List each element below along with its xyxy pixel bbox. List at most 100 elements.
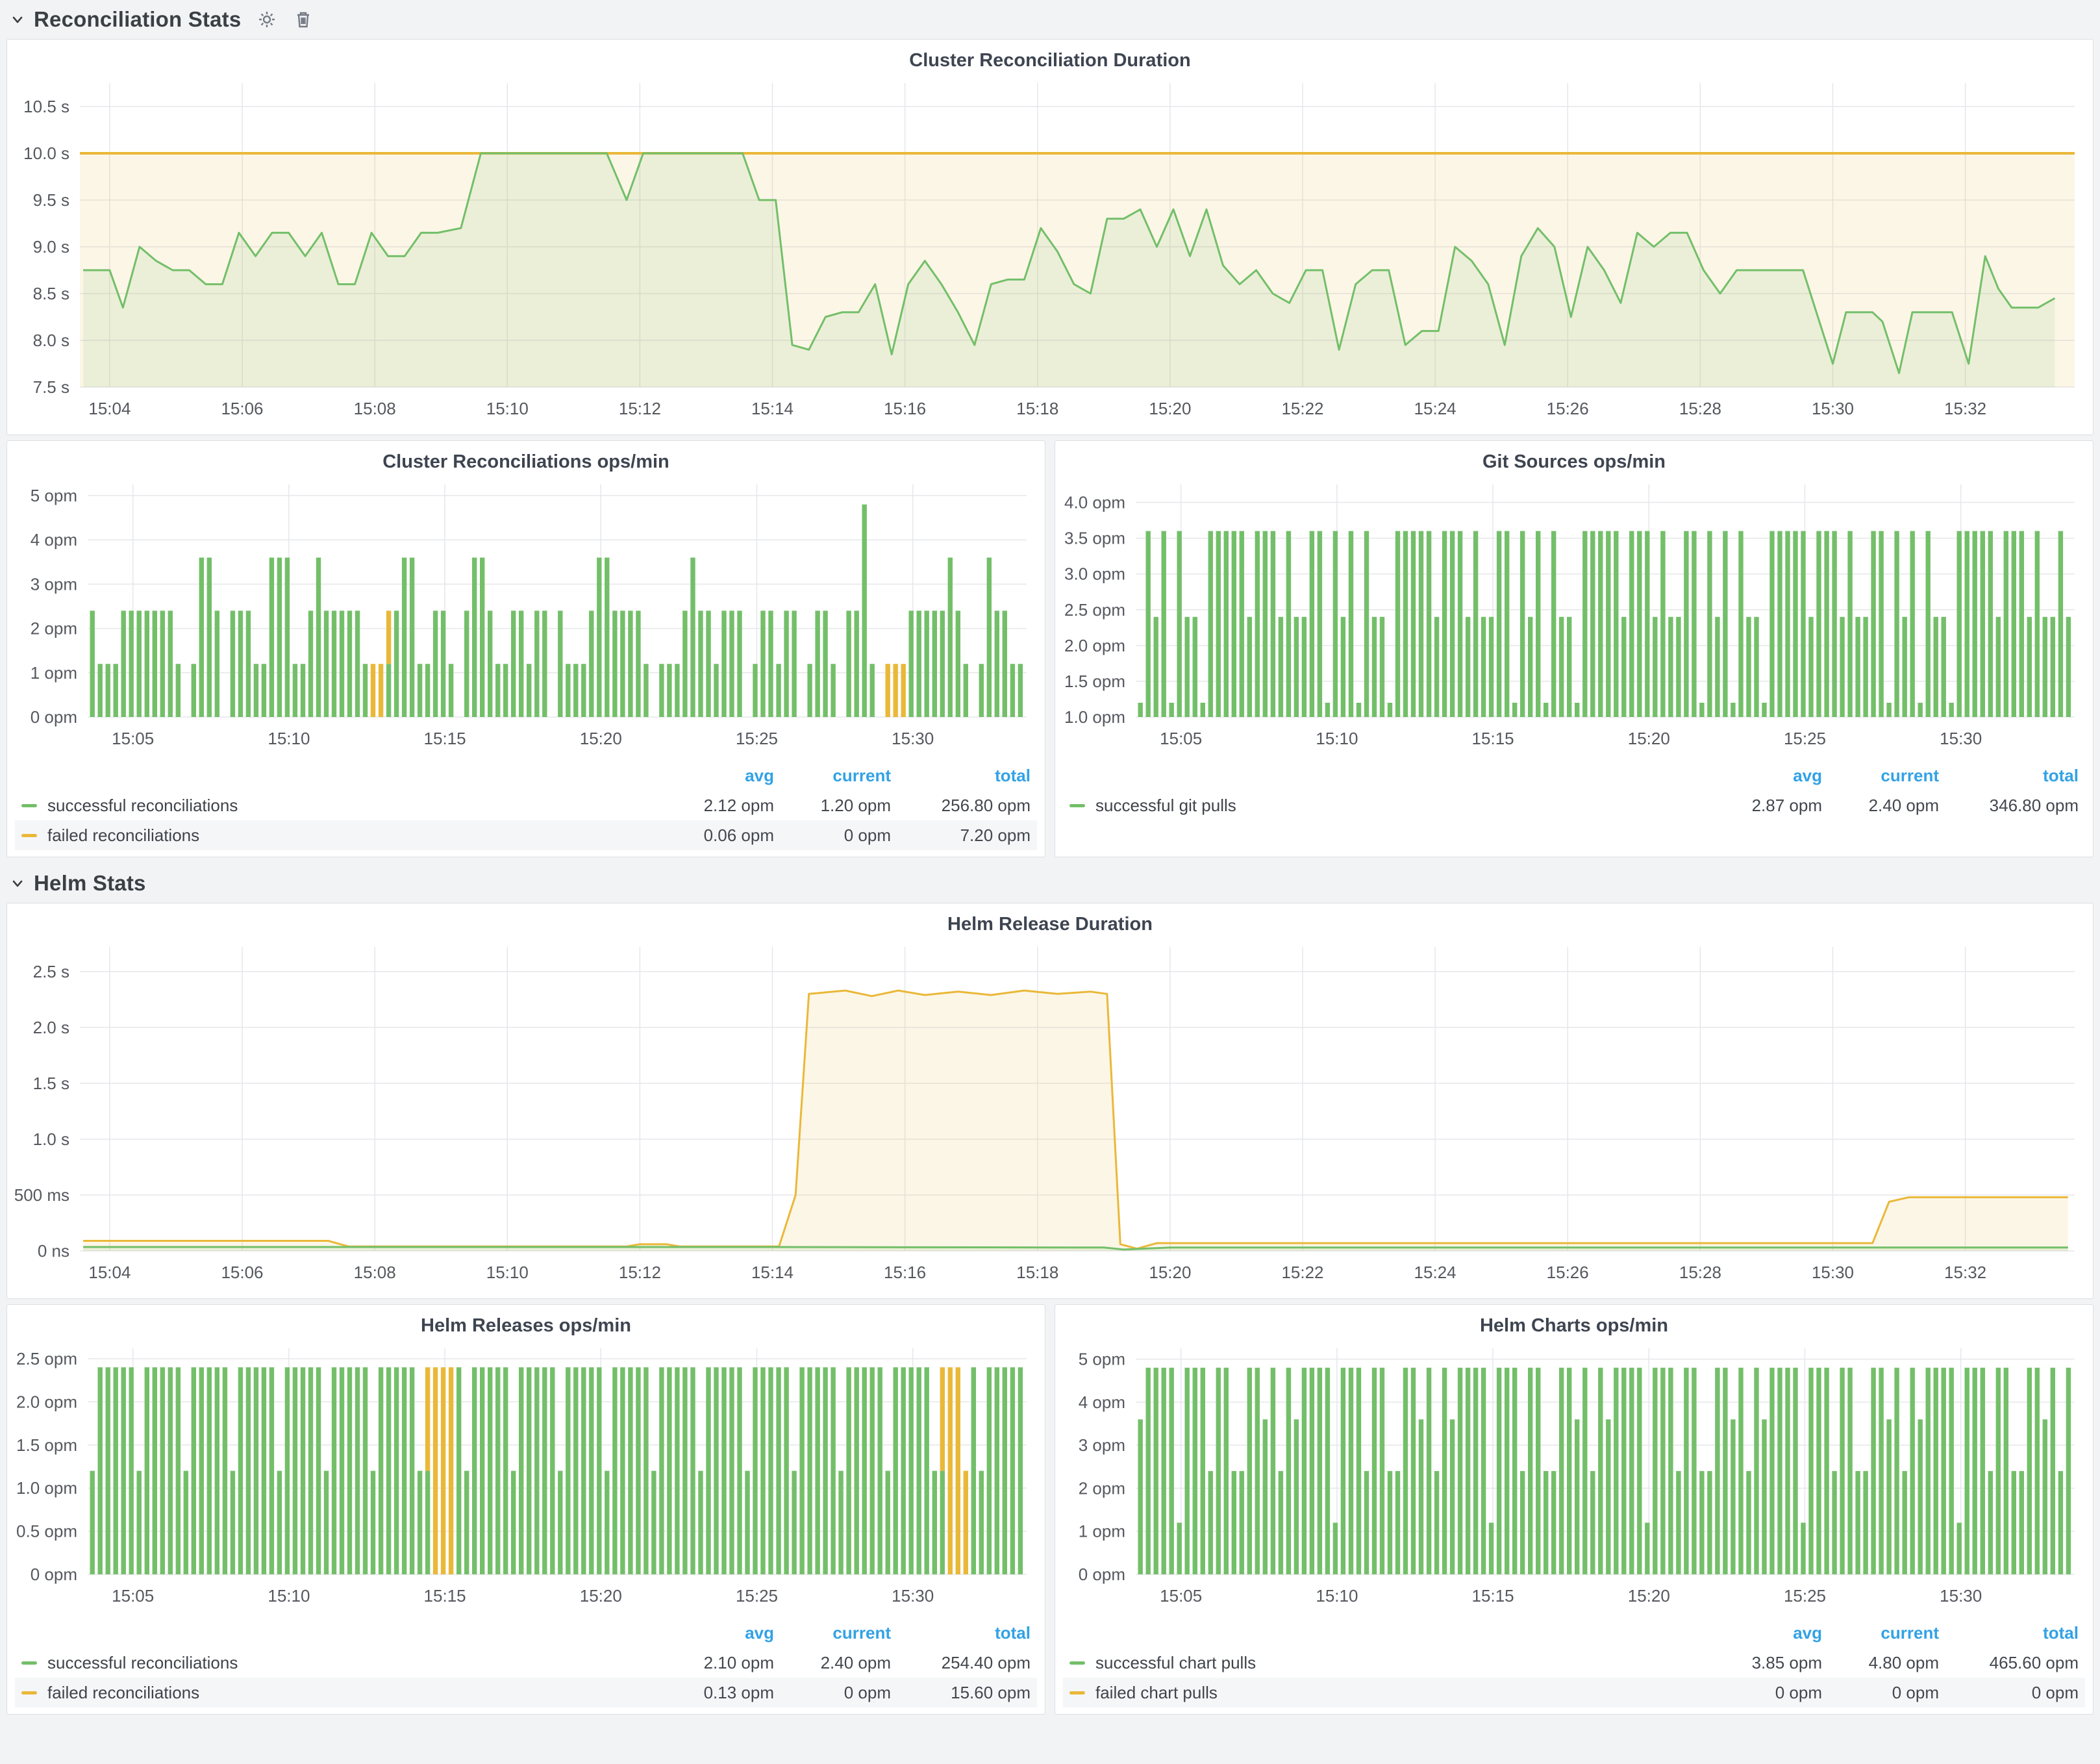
legend-col-avg[interactable]: avg: [1705, 1623, 1822, 1643]
panel-title[interactable]: Cluster Reconciliations ops/min: [15, 446, 1037, 475]
svg-text:15:32: 15:32: [1944, 1263, 1986, 1282]
legend-row: failed reconciliations0.06 opm0 opm7.20 …: [15, 820, 1037, 850]
cluster-reconciliations-opm-chart[interactable]: 5 opm4 opm3 opm2 opm1 opm0 opm15:0515:10…: [15, 475, 1037, 755]
svg-text:15:05: 15:05: [112, 1586, 154, 1606]
legend-stat-value: 2.10 opm: [657, 1653, 774, 1673]
svg-text:15:22: 15:22: [1281, 1263, 1323, 1282]
legend: avgcurrenttotal successful git pulls2.87 …: [1063, 761, 2085, 820]
legend-stat-value: 7.20 opm: [891, 825, 1031, 846]
series-color-dash-icon: [21, 1661, 37, 1665]
legend-series-name[interactable]: successful git pulls: [1069, 796, 1705, 816]
legend-col-total[interactable]: total: [891, 766, 1031, 786]
svg-text:2.5 opm: 2.5 opm: [16, 1349, 77, 1368]
svg-text:2 opm: 2 opm: [31, 619, 77, 638]
svg-text:15:14: 15:14: [751, 1263, 794, 1282]
svg-text:15:05: 15:05: [1160, 1586, 1202, 1606]
svg-text:15:10: 15:10: [268, 729, 310, 748]
svg-text:15:06: 15:06: [221, 1263, 263, 1282]
helm-charts-opm-chart[interactable]: 5 opm4 opm3 opm2 opm1 opm0 opm15:0515:10…: [1063, 1339, 2085, 1612]
chevron-down-icon: [10, 876, 25, 890]
svg-text:15:25: 15:25: [736, 729, 778, 748]
panel-title[interactable]: Git Sources ops/min: [1063, 446, 2085, 475]
legend-col-current[interactable]: current: [1822, 1623, 1939, 1643]
svg-text:15:16: 15:16: [884, 1263, 926, 1282]
svg-text:9.0 s: 9.0 s: [33, 237, 69, 257]
svg-text:15:05: 15:05: [112, 729, 154, 748]
svg-text:15:30: 15:30: [1812, 1263, 1854, 1282]
svg-text:0 opm: 0 opm: [31, 707, 77, 727]
svg-text:9.5 s: 9.5 s: [33, 190, 69, 210]
svg-text:15:04: 15:04: [88, 399, 131, 418]
legend-series-name[interactable]: failed reconciliations: [21, 825, 657, 846]
legend-col-avg[interactable]: avg: [657, 766, 774, 786]
svg-text:4 opm: 4 opm: [1079, 1392, 1125, 1412]
svg-text:15:24: 15:24: [1414, 1263, 1456, 1282]
legend-col-avg[interactable]: avg: [1705, 766, 1822, 786]
svg-text:15:20: 15:20: [1149, 1263, 1191, 1282]
legend-row: successful git pulls2.87 opm2.40 opm346.…: [1063, 790, 2085, 820]
section-title: Reconciliation Stats: [34, 7, 241, 32]
svg-text:15:10: 15:10: [1316, 729, 1358, 748]
legend-col-total[interactable]: total: [1939, 1623, 2079, 1643]
svg-text:8.0 s: 8.0 s: [33, 331, 69, 350]
svg-text:15:20: 15:20: [580, 729, 622, 748]
git-sources-opm-chart[interactable]: 4.0 opm3.5 opm3.0 opm2.5 opm2.0 opm1.5 o…: [1063, 475, 2085, 755]
svg-text:8.5 s: 8.5 s: [33, 284, 69, 303]
legend-col-current[interactable]: current: [774, 766, 891, 786]
svg-text:3.5 opm: 3.5 opm: [1064, 529, 1125, 548]
series-color-dash-icon: [21, 804, 37, 807]
svg-text:15:26: 15:26: [1547, 1263, 1589, 1282]
series-color-dash-icon: [1069, 804, 1085, 807]
panel-title[interactable]: Cluster Reconciliation Duration: [15, 45, 2085, 74]
legend-stat-value: 0.13 opm: [657, 1683, 774, 1703]
legend-col-total[interactable]: total: [1939, 766, 2079, 786]
svg-text:15:12: 15:12: [619, 1263, 661, 1282]
legend-stats-header: avgcurrenttotal: [15, 761, 1037, 790]
legend: avgcurrenttotal successful reconciliation…: [15, 761, 1037, 850]
legend-series-name[interactable]: successful reconciliations: [21, 1653, 657, 1673]
svg-text:3 opm: 3 opm: [1079, 1435, 1125, 1455]
series-color-dash-icon: [1069, 1691, 1085, 1695]
legend-col-current[interactable]: current: [1822, 766, 1939, 786]
svg-text:1.5 s: 1.5 s: [33, 1074, 69, 1093]
trash-icon[interactable]: [293, 9, 314, 30]
legend-stats-header: avgcurrenttotal: [1063, 1618, 2085, 1648]
svg-text:1.5 opm: 1.5 opm: [1064, 672, 1125, 691]
svg-text:15:08: 15:08: [354, 399, 396, 418]
panel-title[interactable]: Helm Charts ops/min: [1063, 1310, 2085, 1339]
helm-release-duration-chart[interactable]: 2.5 s2.0 s1.5 s1.0 s500 ms0 ns15:0415:06…: [15, 938, 2085, 1289]
svg-text:15:05: 15:05: [1160, 729, 1202, 748]
series-color-dash-icon: [21, 1691, 37, 1695]
legend-col-total[interactable]: total: [891, 1623, 1031, 1643]
panel-title[interactable]: Helm Release Duration: [15, 909, 2085, 938]
svg-text:4.0 opm: 4.0 opm: [1064, 493, 1125, 512]
legend-row: successful chart pulls3.85 opm4.80 opm46…: [1063, 1648, 2085, 1678]
svg-text:500 ms: 500 ms: [15, 1185, 69, 1205]
chevron-down-icon: [10, 12, 25, 27]
panel-helm-releases-opm: Helm Releases ops/min 2.5 opm2.0 opm1.5 …: [6, 1304, 1045, 1715]
legend-series-name[interactable]: failed reconciliations: [21, 1683, 657, 1703]
legend-series-name[interactable]: successful chart pulls: [1069, 1653, 1705, 1673]
section-reconciliation-stats[interactable]: Reconciliation Stats: [6, 0, 2094, 39]
svg-text:15:24: 15:24: [1414, 399, 1456, 418]
svg-text:2.0 s: 2.0 s: [33, 1018, 69, 1037]
cluster-reconciliation-duration-chart[interactable]: 10.5 s10.0 s9.5 s9.0 s8.5 s8.0 s7.5 s15:…: [15, 74, 2085, 425]
svg-text:3.0 opm: 3.0 opm: [1064, 564, 1125, 584]
legend-col-avg[interactable]: avg: [657, 1623, 774, 1643]
svg-text:2.5 opm: 2.5 opm: [1064, 600, 1125, 620]
panel-title[interactable]: Helm Releases ops/min: [15, 1310, 1037, 1339]
helm-releases-opm-chart[interactable]: 2.5 opm2.0 opm1.5 opm1.0 opm0.5 opm0 opm…: [15, 1339, 1037, 1612]
section-helm-stats[interactable]: Helm Stats: [6, 864, 2094, 903]
svg-text:0.5 opm: 0.5 opm: [16, 1522, 77, 1541]
svg-text:4 opm: 4 opm: [31, 530, 77, 549]
dashboard: Reconciliation Stats Cluster Reconciliat…: [0, 0, 2100, 1719]
legend-series-name[interactable]: successful reconciliations: [21, 796, 657, 816]
legend-stat-value: 0 opm: [1822, 1683, 1939, 1703]
svg-text:5 opm: 5 opm: [31, 486, 77, 505]
legend-col-current[interactable]: current: [774, 1623, 891, 1643]
svg-text:5 opm: 5 opm: [1079, 1350, 1125, 1369]
legend-series-name[interactable]: failed chart pulls: [1069, 1683, 1705, 1703]
series-color-dash-icon: [1069, 1661, 1085, 1665]
svg-text:15:30: 15:30: [892, 729, 934, 748]
gear-icon[interactable]: [256, 9, 277, 30]
